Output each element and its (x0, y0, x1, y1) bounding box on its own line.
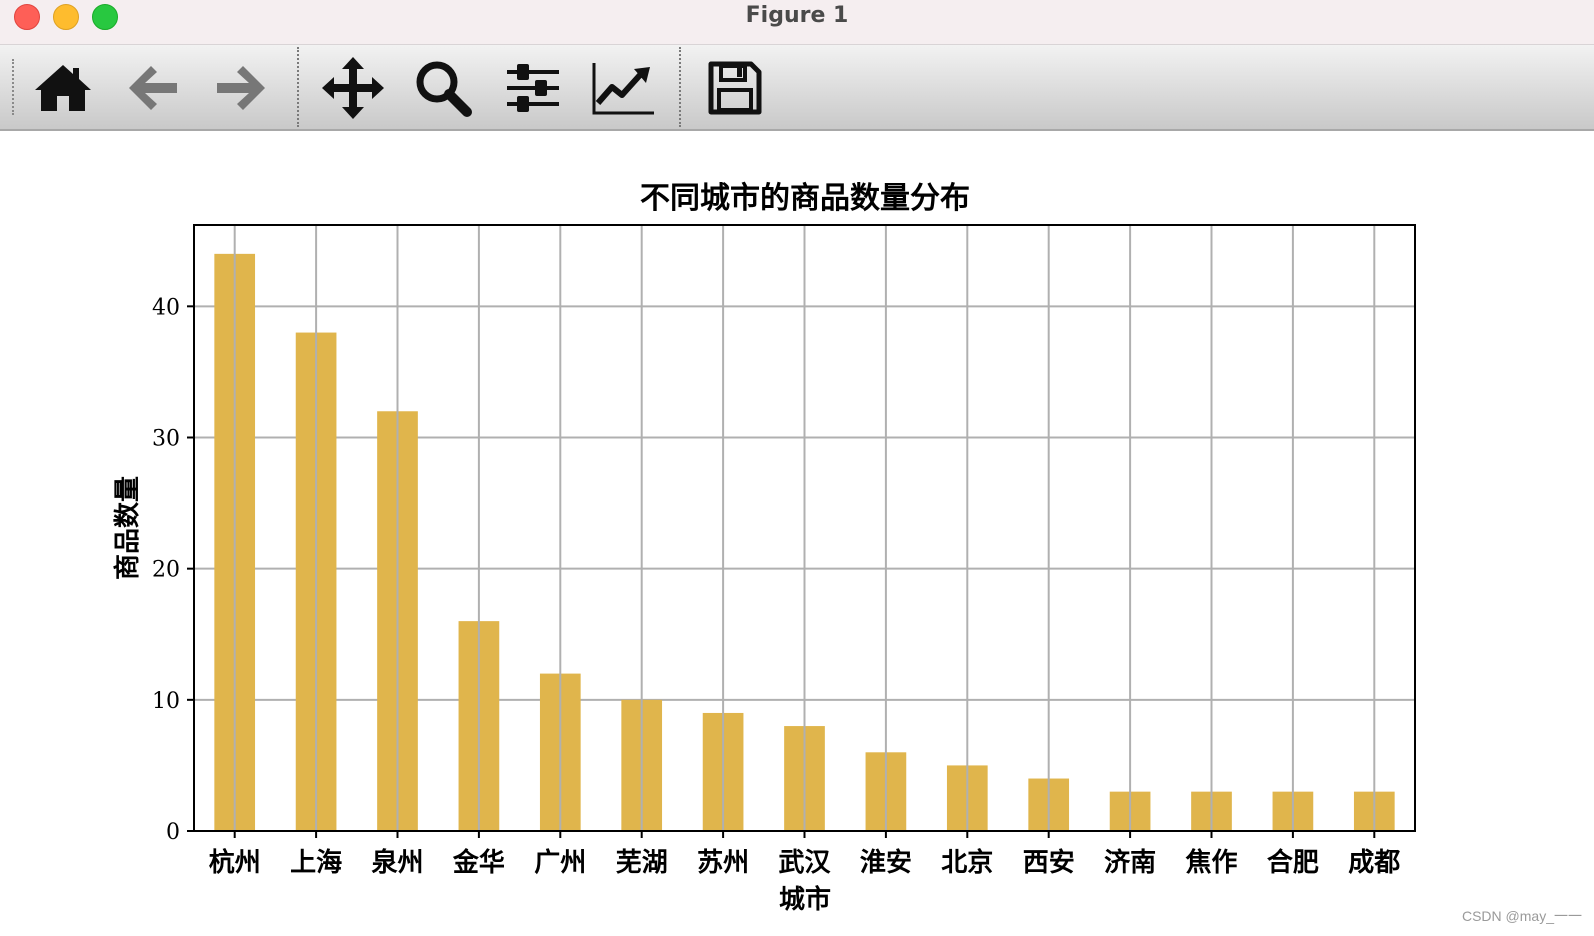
x-axis-ticks: 杭州 上海 泉州 金华 广州 芜湖 苏州 武汉 淮安 北京 西安 济南 焦作 合肥 成都 (209, 831, 1400, 878)
x-tick-label: 北京 (941, 847, 993, 878)
zoom-icon (416, 61, 472, 117)
y-axis-ticks: 0 10 20 30 40 (152, 295, 194, 845)
chart-title: 不同城市的商品数量分布 (640, 181, 970, 216)
navigation-toolbar (0, 45, 1594, 131)
home-button[interactable] (30, 55, 96, 121)
home-icon (35, 65, 91, 111)
x-tick-label: 淮安 (860, 848, 912, 878)
x-tick-label: 成都 (1348, 848, 1400, 878)
plot-area: 杭州 上海 泉州 金华 广州 芜湖 苏州 武汉 淮安 北京 西安 济南 焦作 合肥 成都 0 10 20 30 40… (0, 131, 1594, 932)
configure-subplots-icon (507, 64, 559, 112)
x-tick-label: 西安 (1023, 848, 1075, 878)
edit-axes-button[interactable] (590, 55, 656, 121)
y-tick-label: 30 (152, 426, 180, 451)
toolbar-separator (679, 47, 681, 127)
title-bar: Figure 1 (0, 0, 1594, 45)
pan-icon (322, 57, 384, 119)
back-icon (129, 66, 177, 110)
x-tick-label: 广州 (534, 848, 586, 878)
window-title: Figure 1 (745, 3, 849, 28)
x-tick-label: 杭州 (209, 847, 261, 878)
watermark: CSDN @may_一一 (1461, 908, 1582, 924)
back-button[interactable] (120, 55, 186, 121)
x-tick-label: 武汉 (778, 848, 831, 878)
x-tick-label: 济南 (1104, 848, 1156, 878)
configure-subplots-button[interactable] (500, 55, 566, 121)
y-tick-label: 20 (152, 558, 180, 583)
bar-chart: 杭州 上海 泉州 金华 广州 芜湖 苏州 武汉 淮安 北京 西安 济南 焦作 合肥 成都 0 10 20 30 40… (112, 181, 1416, 915)
zoom-button[interactable] (410, 55, 476, 121)
x-tick-label: 苏州 (697, 848, 749, 878)
save-icon (708, 61, 762, 115)
x-axis-label: 城市 (779, 884, 831, 915)
x-tick-label: 泉州 (371, 847, 423, 878)
x-tick-label: 芜湖 (616, 848, 668, 878)
y-tick-label: 10 (152, 689, 180, 714)
forward-button[interactable] (208, 55, 274, 121)
forward-icon (217, 66, 265, 110)
x-tick-label: 焦作 (1185, 847, 1237, 878)
edit-axes-icon (592, 63, 654, 115)
save-button[interactable] (702, 55, 768, 121)
y-axis-label: 商品数量 (112, 476, 143, 580)
toolbar-grip[interactable] (12, 59, 16, 115)
pan-button[interactable] (320, 55, 386, 121)
toolbar-separator (297, 47, 299, 127)
x-tick-label: 金华 (452, 847, 505, 878)
x-tick-label: 上海 (290, 848, 342, 878)
x-tick-label: 合肥 (1267, 847, 1319, 878)
y-tick-label: 0 (166, 820, 180, 845)
figure-window: Figure 1 杭州 上海 泉州 金华 广州 芜湖 苏州 武汉 淮安 北京 西… (0, 0, 1594, 932)
y-tick-label: 40 (152, 295, 180, 320)
